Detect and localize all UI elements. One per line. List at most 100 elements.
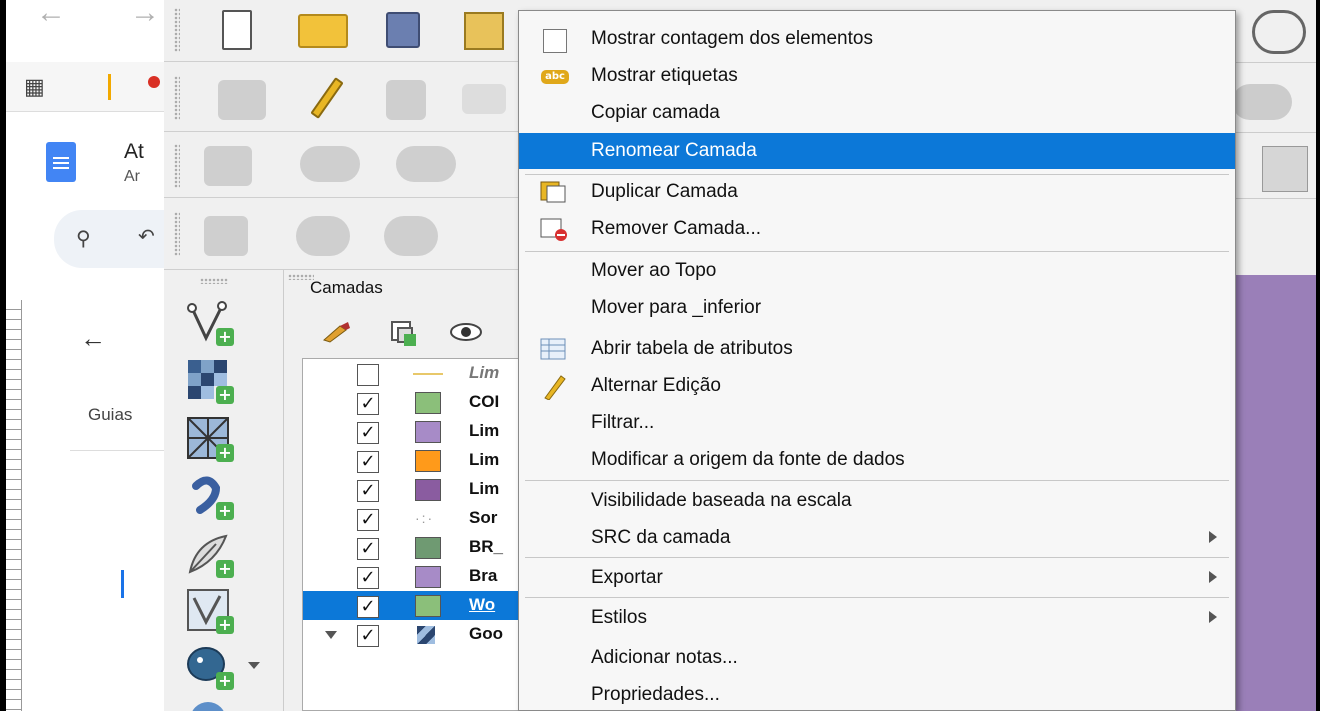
add-spatialite-layer-icon[interactable]: + (186, 532, 234, 578)
layer-visibility-checkbox[interactable]: ✓ (357, 509, 379, 531)
undo-icon[interactable]: ↶ (138, 224, 155, 249)
add-mesh-layer-icon[interactable]: + (186, 416, 234, 462)
menu-item-move-to-top[interactable]: Mover ao Topo (519, 253, 1235, 289)
divider (70, 450, 176, 451)
add-wms-layer-icon[interactable] (186, 698, 230, 711)
layer-tree[interactable]: Lim ✓ COI ✓ Lim ✓ Lim ✓ Lim ✓ ·:· Sor ✓ … (302, 358, 525, 711)
move-feature-icon[interactable] (300, 146, 360, 182)
save-project-icon[interactable] (386, 12, 420, 48)
layer-visibility-checkbox[interactable]: ✓ (357, 625, 379, 647)
add-virtual-layer-icon[interactable]: + (186, 588, 234, 634)
toolbar-grip[interactable] (200, 278, 228, 284)
outline-back-arrow-icon[interactable]: ← (80, 323, 106, 354)
add-postgis-layer-icon[interactable]: + (186, 644, 260, 690)
add-vector-layer-icon[interactable]: + (186, 300, 234, 346)
layer-row[interactable]: ✓ Goo (303, 620, 525, 649)
processing-icon[interactable] (1262, 146, 1308, 192)
toolbar-grip[interactable] (174, 144, 180, 188)
menu-item-filter[interactable]: Filtrar... (519, 405, 1235, 441)
layer-name: Goo (469, 624, 503, 643)
layer-row[interactable]: ✓ Bra (303, 562, 525, 591)
layer-visibility-checkbox[interactable]: ✓ (357, 422, 379, 444)
rotate-feature-icon[interactable] (396, 146, 456, 182)
menu-item-open-attribute-table[interactable]: Abrir tabela de atributos (519, 331, 1235, 367)
menu-separator (525, 557, 1229, 558)
toggle-editing-icon[interactable] (310, 77, 344, 119)
bookmark-favicon-icon[interactable] (148, 76, 160, 88)
menu-item-export[interactable]: Exportar (519, 560, 1235, 596)
add-feature-icon[interactable] (462, 84, 506, 114)
menu-item-remove-layer[interactable]: Remover Camada... (519, 211, 1235, 247)
visibility-eye-icon[interactable] (450, 320, 484, 344)
menu-item-move-to-bottom[interactable]: Mover para _inferior (519, 290, 1235, 326)
layer-symbol-swatch (415, 450, 441, 472)
menu-item-properties[interactable]: Propriedades... (519, 677, 1235, 711)
layer-visibility-checkbox[interactable]: ✓ (357, 480, 379, 502)
menu-item-show-feature-count[interactable]: Mostrar contagem dos elementos (519, 21, 1235, 57)
print-layout-icon[interactable] (464, 12, 504, 50)
layer-row[interactable]: ✓ COI (303, 388, 525, 417)
open-project-icon[interactable] (298, 14, 348, 48)
menu-item-layer-crs[interactable]: SRC da camada (519, 520, 1235, 556)
browser-forward-icon[interactable]: → (130, 0, 160, 30)
toolbar-grip[interactable] (174, 8, 180, 52)
document-title[interactable]: At (124, 140, 144, 164)
open-layer-styling-icon[interactable] (322, 320, 352, 344)
menu-item-show-labels[interactable]: abc Mostrar etiquetas (519, 58, 1235, 94)
layer-row[interactable]: ✓ Lim (303, 417, 525, 446)
add-circle-icon[interactable] (296, 216, 350, 256)
layer-name: Lim (469, 421, 500, 440)
layer-context-menu: Mostrar contagem dos elementos abc Mostr… (518, 10, 1236, 711)
menu-item-change-data-source[interactable]: Modificar a origem da fonte de dados (519, 442, 1235, 478)
layer-visibility-checkbox[interactable]: ✓ (357, 451, 379, 473)
checkbox-icon[interactable] (543, 29, 567, 53)
menu-item-scale-visibility[interactable]: Visibilidade baseada na escala (519, 483, 1235, 519)
attribute-table-icon (539, 337, 567, 361)
layer-visibility-checkbox[interactable]: ✓ (357, 596, 379, 618)
add-delimited-text-layer-icon[interactable]: + (186, 474, 234, 520)
add-group-icon[interactable] (388, 318, 418, 346)
expand-arrow-icon[interactable] (325, 631, 337, 639)
zoom-icon[interactable] (1252, 10, 1306, 54)
new-project-icon[interactable] (222, 10, 252, 50)
layer-visibility-checkbox[interactable]: ✓ (357, 538, 379, 560)
layer-visibility-checkbox[interactable] (357, 364, 379, 386)
add-ellipse-icon[interactable] (384, 216, 438, 256)
document-menu-file[interactable]: Ar (124, 168, 140, 186)
menu-item-duplicate-layer[interactable]: Duplicar Camada (519, 174, 1235, 210)
layer-row[interactable]: ✓ ·:· Sor (303, 504, 525, 533)
layer-row[interactable]: ✓ Lim (303, 446, 525, 475)
menu-separator (525, 597, 1229, 598)
layer-visibility-checkbox[interactable]: ✓ (357, 567, 379, 589)
browser-back-icon[interactable]: ← (36, 0, 66, 30)
menu-item-rename-layer[interactable]: Renomear Camada (519, 133, 1235, 169)
layer-row[interactable]: Lim (303, 359, 525, 388)
toolbar-grip[interactable] (174, 76, 180, 120)
layer-row[interactable]: ✓ BR_ (303, 533, 525, 562)
layer-name: COI (469, 392, 500, 411)
layer-row[interactable]: ✓ Lim (303, 475, 525, 504)
layer-symbol-swatch (415, 537, 441, 559)
layer-visibility-checkbox[interactable]: ✓ (357, 393, 379, 415)
google-docs-icon[interactable] (46, 142, 76, 182)
bookmarks-bar: ▦ (6, 62, 176, 112)
layer-name: Sor (469, 508, 498, 527)
menu-item-copy-layer[interactable]: Copiar camada (519, 95, 1235, 131)
menu-item-toggle-editing[interactable]: Alternar Edição (519, 368, 1235, 404)
dropdown-arrow-icon[interactable] (248, 662, 260, 669)
apps-grid-icon[interactable]: ▦ (24, 74, 45, 100)
menu-item-styles[interactable]: Estilos (519, 600, 1235, 636)
add-circular-string-icon[interactable] (204, 216, 248, 256)
layer-symbol-swatch (415, 566, 441, 588)
toolbar-grip[interactable] (174, 212, 180, 256)
cad-tools-icon[interactable] (204, 146, 252, 186)
search-icon[interactable]: ⚲ (76, 226, 91, 251)
current-edits-icon[interactable] (218, 80, 266, 120)
menu-item-add-notes[interactable]: Adicionar notas... (519, 640, 1235, 676)
save-edits-icon[interactable] (386, 80, 426, 120)
layer-row-selected[interactable]: ✓ Wo (303, 591, 525, 620)
pan-icon[interactable] (1232, 84, 1292, 120)
add-raster-layer-icon[interactable]: + (186, 358, 234, 404)
raster-layer-icon (417, 626, 435, 644)
point-symbol-icon: ·:· (415, 510, 435, 526)
